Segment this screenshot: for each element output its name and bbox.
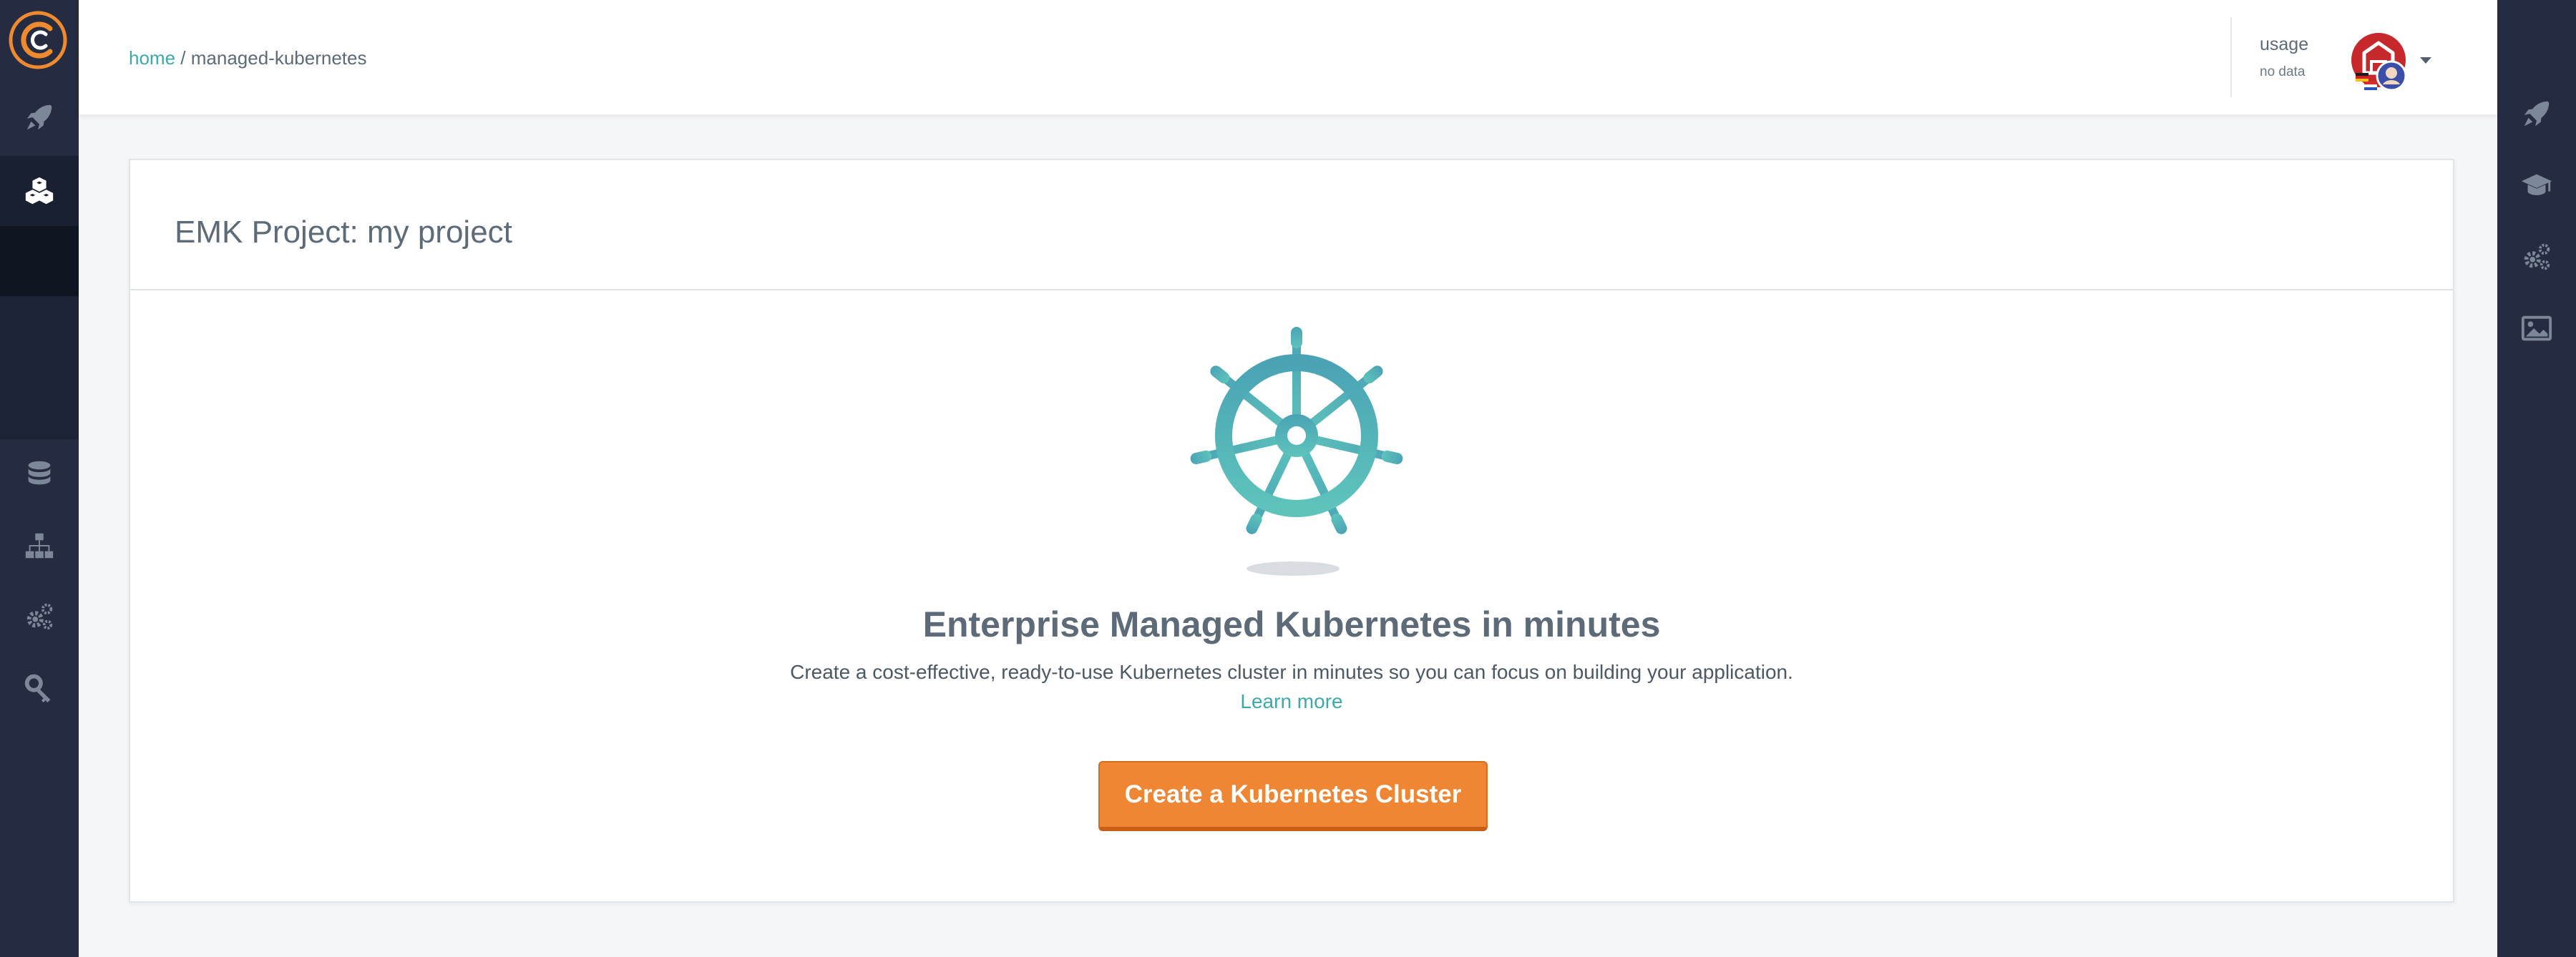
sidebar-item-kubernetes[interactable] [0,156,79,226]
card-header: EMK Project: my project [130,160,2453,290]
sidebar-item-network[interactable] [0,511,79,581]
image-icon [2521,315,2552,341]
key-icon [24,674,51,703]
right-sidebar-item-settings[interactable] [2497,222,2576,292]
top-header: home / managed-kubernetes usage no data [79,0,2497,114]
sitemap-icon [25,533,54,559]
learn-more-link[interactable]: Learn more [130,690,2453,713]
hero-title: Enterprise Managed Kubernetes in minutes [922,604,1661,644]
gears-icon [26,603,53,630]
cubes-icon [25,177,54,205]
gears-icon [2524,243,2550,270]
usage-value: no data [2260,64,2306,79]
hero-description: Create a cost-effective, ready-to-use Ku… [790,661,1793,683]
usage-label: usage [2260,34,2309,54]
user-menu-chevron-down-icon[interactable] [2420,57,2431,64]
kubernetes-helm-icon [1186,325,1407,546]
left-sidebar [0,0,79,957]
sidebar-spacer [0,226,79,296]
app-logo-icon[interactable] [7,7,69,73]
breadcrumb-separator: / [180,47,186,69]
sidebar-spacer [0,296,79,439]
sidebar-item-keys[interactable] [0,652,79,722]
sidebar-item-storage[interactable] [0,440,79,510]
rocket-icon [26,104,52,130]
rocket-icon [2524,101,2550,127]
page-title: EMK Project: my project [175,215,512,250]
right-sidebar [2497,0,2576,957]
header-divider [2230,17,2232,97]
helm-shadow [1246,561,1340,576]
avatar[interactable] [2350,33,2410,93]
sidebar-item-settings[interactable] [0,581,79,652]
right-sidebar-item-deploy[interactable] [2497,79,2576,149]
right-sidebar-item-learn[interactable] [2497,150,2576,220]
create-cluster-button[interactable]: Create a Kubernetes Cluster [1098,761,1488,831]
project-card: EMK Project: my project Enterprise Manag… [129,159,2454,903]
breadcrumb: home / managed-kubernetes [129,47,366,69]
right-sidebar-item-images[interactable] [2497,293,2576,363]
database-icon [28,461,51,485]
graduation-cap-icon [2521,174,2552,195]
breadcrumb-home-link[interactable]: home [129,47,175,69]
breadcrumb-current: managed-kubernetes [190,47,367,69]
sidebar-item-deploy[interactable] [0,82,79,152]
